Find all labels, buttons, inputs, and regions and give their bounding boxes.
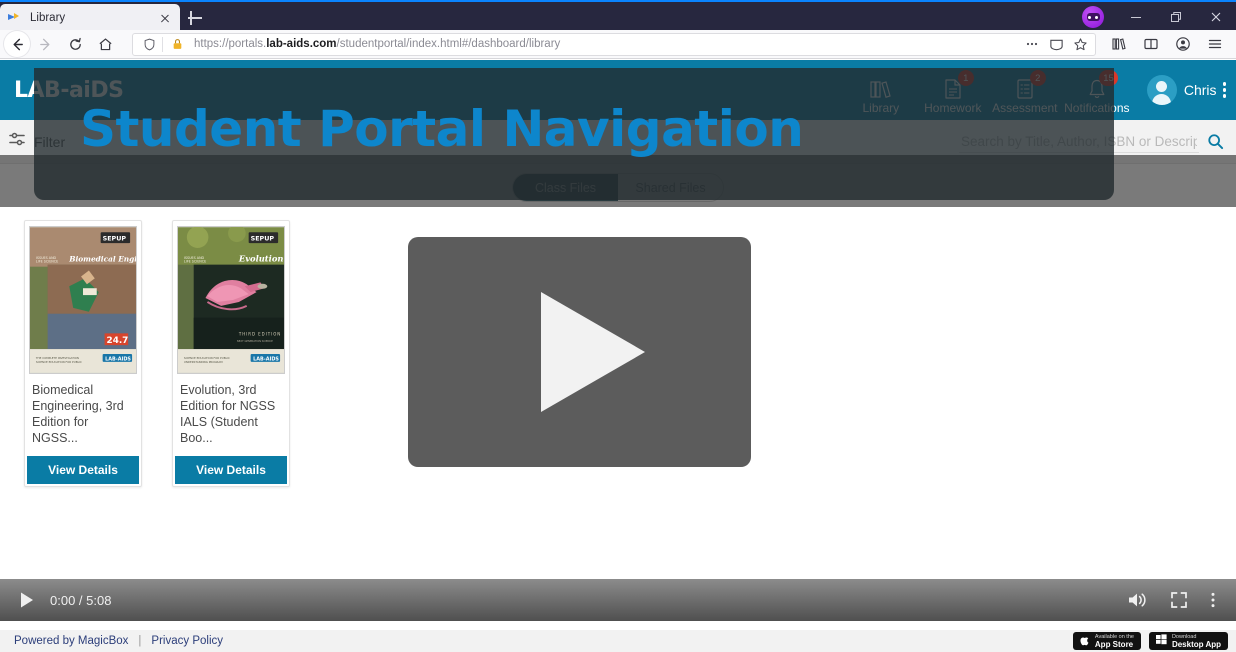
video-time-display: 0:00 / 5:08 bbox=[50, 592, 112, 608]
svg-text:LAB-AIDS: LAB-AIDS bbox=[105, 356, 131, 362]
desktop-app-line2: Desktop App bbox=[1171, 640, 1221, 649]
fullscreen-icon[interactable] bbox=[1170, 591, 1188, 609]
account-icon[interactable] bbox=[1168, 31, 1198, 57]
store-badges: Available on the App Store Download Desk… bbox=[1072, 632, 1228, 650]
video-progress-bar[interactable] bbox=[0, 624, 1236, 628]
url-text: https://portals.lab-aids.com/studentport… bbox=[194, 38, 560, 50]
browser-nav-bar: https://portals.lab-aids.com/studentport… bbox=[0, 30, 1236, 59]
video-controls-right bbox=[1127, 591, 1216, 609]
video-title-text: Student Portal Navigation bbox=[80, 100, 804, 158]
view-details-button[interactable]: View Details bbox=[175, 456, 287, 484]
restore-icon[interactable] bbox=[1156, 2, 1196, 32]
user-avatar-icon bbox=[1146, 75, 1177, 105]
bookmark-star-icon[interactable] bbox=[1069, 33, 1091, 55]
browser-tab-title: Library bbox=[30, 12, 66, 24]
play-triangle bbox=[540, 292, 645, 412]
tracking-protection-shield-icon[interactable] bbox=[137, 38, 162, 51]
search-icon[interactable] bbox=[1207, 133, 1224, 150]
app-store-line2: App Store bbox=[1094, 640, 1134, 649]
more-options-icon[interactable] bbox=[1210, 591, 1216, 609]
url-bar-actions bbox=[1021, 33, 1091, 55]
new-tab-button[interactable] bbox=[184, 7, 206, 29]
book-title: Evolution, 3rd Edition for NGSS IALS (St… bbox=[180, 383, 276, 445]
filter-sliders-icon bbox=[8, 130, 26, 153]
sidebar-icon[interactable] bbox=[1136, 31, 1166, 57]
svg-text:LAB-AIDS: LAB-AIDS bbox=[253, 356, 279, 362]
book-card[interactable]: 24.7 LAB-AIDS SEPUP ISSUES AND LIFE SCIE… bbox=[24, 220, 142, 487]
big-play-icon[interactable] bbox=[408, 237, 751, 467]
user-name: Chris bbox=[1183, 82, 1217, 98]
minimize-icon[interactable] bbox=[1116, 2, 1156, 32]
user-menu[interactable]: Chris bbox=[1146, 75, 1226, 105]
powered-by-link[interactable]: Powered by MagicBox bbox=[14, 635, 128, 647]
close-icon[interactable] bbox=[156, 9, 174, 27]
footer-separator: | bbox=[138, 635, 142, 647]
volume-icon[interactable] bbox=[1127, 591, 1148, 609]
play-icon[interactable] bbox=[14, 591, 40, 609]
apple-icon bbox=[1080, 634, 1090, 649]
svg-text:LIFE SCIENCE: LIFE SCIENCE bbox=[36, 260, 58, 264]
app-footer: Powered by MagicBox | Privacy Policy Ava… bbox=[0, 630, 1236, 652]
video-controls-bar: 0:00 / 5:08 bbox=[0, 579, 1236, 621]
book-cover-evolution: SEPUP ISSUES AND LIFE SCIENCE Evolution … bbox=[177, 226, 285, 374]
svg-text:SEPUP: SEPUP bbox=[103, 235, 127, 243]
windows-icon bbox=[1155, 634, 1167, 648]
svg-text:UNDERSTANDING PROGRAM: UNDERSTANDING PROGRAM bbox=[184, 360, 223, 364]
window-controls bbox=[1082, 2, 1236, 32]
svg-text:SCIENCE EDUCATION FOR PUBLIC: SCIENCE EDUCATION FOR PUBLIC bbox=[36, 360, 82, 364]
svg-text:NEXT GENERATION SCIENCE: NEXT GENERATION SCIENCE bbox=[237, 339, 273, 343]
privacy-policy-link[interactable]: Privacy Policy bbox=[151, 635, 223, 647]
hamburger-menu-icon[interactable] bbox=[1200, 31, 1230, 57]
page-actions-ellipsis-icon[interactable] bbox=[1021, 33, 1043, 55]
svg-text:SEPUP: SEPUP bbox=[251, 235, 275, 243]
back-arrow-icon[interactable] bbox=[4, 31, 30, 57]
window-close-icon[interactable] bbox=[1196, 2, 1236, 32]
book-card-list: 24.7 LAB-AIDS SEPUP ISSUES AND LIFE SCIE… bbox=[24, 220, 290, 487]
browser-toolbar-actions bbox=[1104, 31, 1236, 57]
padlock-warning-icon[interactable] bbox=[163, 37, 188, 51]
book-card[interactable]: SEPUP ISSUES AND LIFE SCIENCE Evolution … bbox=[172, 220, 290, 487]
url-domain: lab-aids.com bbox=[266, 38, 337, 50]
svg-text:Evolution: Evolution bbox=[238, 254, 284, 264]
site-favicon bbox=[6, 10, 22, 26]
kebab-menu-icon[interactable] bbox=[1222, 82, 1226, 98]
library-icon[interactable] bbox=[1104, 31, 1134, 57]
browser-tab[interactable]: Library bbox=[0, 4, 180, 32]
home-icon[interactable] bbox=[90, 30, 120, 59]
book-title: Biomedical Engineering, 3rd Edition for … bbox=[32, 383, 124, 445]
svg-text:Biomedical Engineering: Biomedical Engineering bbox=[68, 255, 137, 264]
reload-icon[interactable] bbox=[60, 30, 90, 59]
url-path: /studentportal/index.html#/dashboard/lib… bbox=[336, 38, 561, 50]
browser-tab-bar: Library bbox=[0, 0, 1236, 32]
svg-text:THIRD EDITION: THIRD EDITION bbox=[238, 331, 281, 336]
incognito-mask-extension-icon[interactable] bbox=[1082, 6, 1104, 28]
desktop-app-badge[interactable]: Download Desktop App bbox=[1148, 632, 1228, 650]
url-scheme: https://portals. bbox=[194, 38, 267, 50]
svg-text:LIFE SCIENCE: LIFE SCIENCE bbox=[184, 260, 206, 264]
app-store-badge[interactable]: Available on the App Store bbox=[1072, 632, 1141, 650]
forward-arrow-icon[interactable] bbox=[30, 30, 60, 59]
book-cover-biomedical-engineering: 24.7 LAB-AIDS SEPUP ISSUES AND LIFE SCIE… bbox=[29, 226, 137, 374]
svg-text:24.7: 24.7 bbox=[107, 336, 129, 346]
reader-view-icon[interactable] bbox=[1045, 33, 1067, 55]
view-details-button[interactable]: View Details bbox=[27, 456, 139, 484]
url-bar[interactable]: https://portals.lab-aids.com/studentport… bbox=[132, 32, 1096, 56]
